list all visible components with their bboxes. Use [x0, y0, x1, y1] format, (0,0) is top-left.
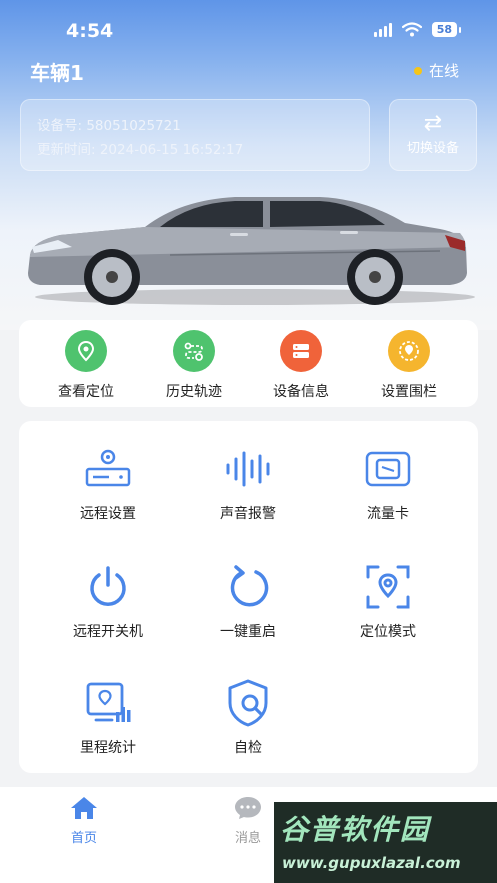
mileage-stats-icon [43, 677, 173, 729]
page-title: 车辆1 [30, 61, 84, 85]
cellular-signal-icon [373, 22, 392, 37]
grid-item-mileage[interactable]: 里程统计 [43, 677, 173, 757]
grid-item-remote-power[interactable]: 远程开关机 [43, 561, 173, 641]
update-time: 更新时间: 2024-06-15 16:52:17 [37, 142, 244, 158]
status-icons: 58 [373, 22, 462, 37]
quick-action-label: 设备信息 [273, 384, 329, 400]
swap-arrows-icon: ⇄ [423, 111, 443, 136]
status-bar: 4:54 58 [0, 0, 497, 54]
quick-actions-card: 查看定位 历史轨迹 设备信息 设置围栏 [19, 320, 478, 407]
grid-item-label: 远程开关机 [73, 624, 143, 640]
status-time: 4:54 [66, 20, 114, 42]
watermark: 谷普软件园 www.gupuxlazal.com [274, 802, 497, 883]
grid-item-label: 自检 [234, 740, 262, 756]
quick-action-device-info[interactable]: 设备信息 [256, 330, 346, 401]
watermark-url: www.gupuxlazal.com [282, 854, 461, 872]
restart-icon [183, 561, 313, 613]
switch-device-button[interactable]: ⇄ 切换设备 [389, 99, 477, 171]
tab-home-label: 首页 [70, 831, 97, 846]
online-status: 在线 [413, 60, 459, 81]
grid-item-location-mode[interactable]: 定位模式 [323, 561, 453, 641]
sound-wave-icon [183, 443, 313, 495]
location-pin-icon [65, 330, 107, 372]
quick-action-label: 查看定位 [58, 384, 114, 400]
quick-action-label: 历史轨迹 [166, 384, 222, 400]
route-history-icon [173, 330, 215, 372]
home-icon [71, 797, 97, 819]
grid-item-remote-settings[interactable]: 远程设置 [43, 443, 173, 523]
grid-item-label: 里程统计 [80, 740, 136, 756]
car-image [28, 197, 475, 305]
status-dot-icon [413, 66, 422, 75]
device-info-icon [280, 330, 322, 372]
battery-indicator: 58 [431, 22, 462, 37]
grid-item-restart[interactable]: 一键重启 [183, 561, 313, 641]
grid-item-sound-alarm[interactable]: 声音报警 [183, 443, 313, 523]
tab-home[interactable]: 首页 [44, 795, 124, 846]
self-check-icon [183, 677, 313, 729]
message-icon [235, 797, 261, 819]
grid-item-label: 远程设置 [80, 506, 136, 522]
quick-action-label: 设置围栏 [381, 384, 437, 400]
location-mode-icon [323, 561, 453, 613]
grid-item-self-check[interactable]: 自检 [183, 677, 313, 757]
function-grid-card: 远程设置 声音报警 流量卡 远程开关机 一键重启 定位模式 里程统计 自检 [19, 421, 478, 773]
device-info-card: 设备号: 58051025721 更新时间: 2024-06-15 16:52:… [20, 99, 370, 171]
grid-item-label: 定位模式 [360, 624, 416, 640]
quick-action-geofence[interactable]: 设置围栏 [364, 330, 454, 401]
wifi-icon [401, 22, 422, 37]
remote-settings-icon [43, 443, 173, 495]
grid-item-label: 声音报警 [220, 506, 276, 522]
online-status-label: 在线 [428, 62, 459, 80]
grid-item-label: 一键重启 [220, 624, 276, 640]
quick-action-history[interactable]: 历史轨迹 [149, 330, 239, 401]
device-id: 设备号: 58051025721 [37, 118, 181, 134]
sim-card-icon [323, 443, 453, 495]
switch-device-label: 切换设备 [406, 141, 459, 156]
quick-action-locate[interactable]: 查看定位 [41, 330, 131, 401]
grid-item-label: 流量卡 [367, 506, 409, 522]
watermark-title: 谷普软件园 [280, 813, 431, 846]
power-icon [43, 561, 173, 613]
geofence-icon [388, 330, 430, 372]
grid-item-sim-card[interactable]: 流量卡 [323, 443, 453, 523]
